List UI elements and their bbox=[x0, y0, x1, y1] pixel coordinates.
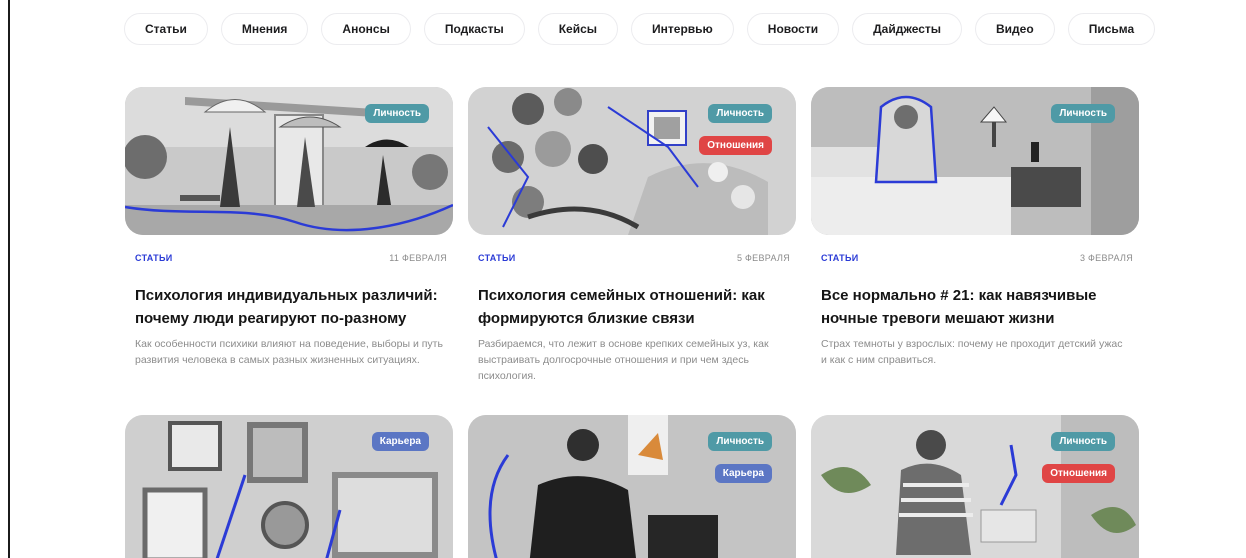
article-description: Разбираемся, что лежит в основе крепких … bbox=[478, 338, 769, 382]
tag-badge[interactable]: Карьера bbox=[714, 464, 772, 483]
tag-badge[interactable]: Карьера bbox=[371, 432, 429, 451]
article-category[interactable]: СТАТЬИ bbox=[478, 253, 516, 263]
article-image[interactable]: Личность Отношения bbox=[811, 415, 1139, 558]
article-card[interactable]: Личность СТАТЬИ 11 ФЕВРАЛЯ Психология ин… bbox=[125, 87, 453, 368]
article-image[interactable]: Личность bbox=[811, 87, 1139, 235]
article-date: 3 ФЕВРАЛЯ bbox=[1079, 253, 1133, 263]
filter-chip-video[interactable]: Видео bbox=[975, 13, 1055, 45]
article-card[interactable]: Карьера bbox=[125, 415, 453, 558]
filter-chip-articles[interactable]: Статьи bbox=[124, 13, 208, 45]
article-card[interactable]: Личность Отношения bbox=[811, 415, 1139, 558]
filter-chip-podcasts[interactable]: Подкасты bbox=[423, 13, 525, 45]
article-image[interactable]: Карьера bbox=[125, 415, 453, 558]
left-border bbox=[8, 0, 10, 558]
article-card[interactable]: Личность Отношения СТАТЬИ 5 ФЕВРАЛЯ Псих… bbox=[468, 87, 796, 384]
filter-chip-letters[interactable]: Письма bbox=[1067, 13, 1156, 45]
article-description: Как особенности психики влияют на поведе… bbox=[135, 338, 443, 366]
article-title[interactable]: Психология индивидуальных различий: поче… bbox=[125, 284, 453, 330]
article-card[interactable]: Личность СТАТЬИ 3 ФЕВРАЛЯ Все нормально … bbox=[811, 87, 1139, 368]
filter-chip-news[interactable]: Новости bbox=[746, 13, 840, 45]
article-category[interactable]: СТАТЬИ bbox=[821, 253, 859, 263]
article-card[interactable]: Личность Карьера bbox=[468, 415, 796, 558]
article-title[interactable]: Психология семейных отношений: как форми… bbox=[468, 284, 796, 330]
article-image[interactable]: Личность bbox=[125, 87, 453, 235]
article-date: 5 ФЕВРАЛЯ bbox=[736, 253, 790, 263]
filter-chip-opinions[interactable]: Мнения bbox=[220, 13, 309, 45]
tag-badge[interactable]: Личность bbox=[1051, 104, 1115, 123]
article-image[interactable]: Личность Карьера bbox=[468, 415, 796, 558]
filter-chip-cases[interactable]: Кейсы bbox=[537, 13, 619, 45]
tag-badge[interactable]: Личность bbox=[1051, 432, 1115, 451]
tag-badge[interactable]: Личность bbox=[365, 104, 429, 123]
category-filter-bar: Статьи Мнения Анонсы Подкасты Кейсы Инте… bbox=[124, 13, 1168, 45]
article-date: 11 ФЕВРАЛЯ bbox=[389, 253, 447, 263]
tag-badge[interactable]: Личность bbox=[708, 104, 772, 123]
filter-chip-digests[interactable]: Дайджесты bbox=[852, 13, 963, 45]
article-category[interactable]: СТАТЬИ bbox=[135, 253, 173, 263]
article-title[interactable]: Все нормально # 21: как навязчивые ночны… bbox=[811, 284, 1139, 330]
filter-chip-announcements[interactable]: Анонсы bbox=[321, 13, 411, 45]
article-description: Страх темноты у взрослых: почему не прох… bbox=[821, 338, 1123, 366]
filter-chip-interviews[interactable]: Интервью bbox=[631, 13, 734, 45]
tag-badge[interactable]: Отношения bbox=[1042, 464, 1115, 483]
tag-badge[interactable]: Личность bbox=[708, 432, 772, 451]
tag-badge[interactable]: Отношения bbox=[699, 136, 772, 155]
article-image[interactable]: Личность Отношения bbox=[468, 87, 796, 235]
